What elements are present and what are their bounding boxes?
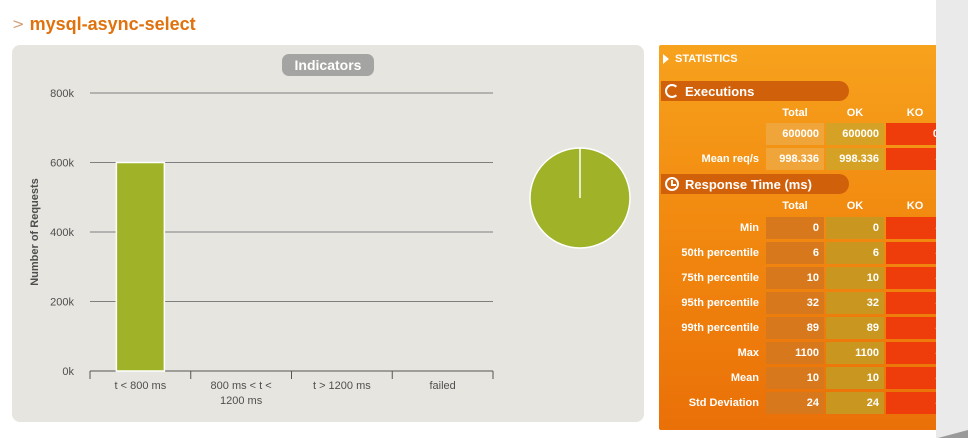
stat-cell-total: 24 <box>766 392 824 414</box>
stat-row-label: Std Deviation <box>688 397 759 409</box>
stat-cell-total: 89 <box>766 317 824 339</box>
statistics-header[interactable]: STATISTICS <box>659 45 959 73</box>
stat-cell-ok: 32 <box>826 292 884 314</box>
page: > mysql-async-select Indicators 0k 200k 40… <box>0 0 968 438</box>
stat-cell-ok: 6 <box>826 242 884 264</box>
indicators-chart: 0k 200k 400k 600k 800k Number of Requests t < … <box>29 88 631 407</box>
y-axis-label: Number of Requests <box>29 178 41 286</box>
stat-row-label: 50th percentile <box>681 247 759 259</box>
page-scrollbar[interactable] <box>936 0 968 438</box>
x-tick-label: t > 1200 ms <box>313 380 371 392</box>
y-tick-label: 200k <box>50 297 74 309</box>
stat-cell-ok: 1100 <box>826 342 884 364</box>
stat-row-label: 95th percentile <box>681 297 759 309</box>
stat-row-label <box>659 123 761 145</box>
x-tick-label: 800 ms < t < <box>211 380 272 392</box>
indicators-panel: Indicators 0k 200k 400k 600k 800k Number of R… <box>12 45 644 422</box>
stat-cell-total: 32 <box>766 292 824 314</box>
stat-cell-total: 10 <box>766 267 824 289</box>
statistics-panel: STATISTICS Executions Total OK KO Respon… <box>659 45 959 430</box>
response-time-section-title: Response Time (ms) <box>661 174 849 194</box>
clock-icon <box>665 177 679 191</box>
executions-col-ok: OK <box>846 107 864 119</box>
stat-cell-total: 0 <box>766 217 824 239</box>
y-tick-label: 600k <box>50 158 74 170</box>
response-col-total: Total <box>782 200 808 212</box>
stat-cell-total: 998.336 <box>766 148 824 170</box>
stat-row-label: Max <box>737 347 759 359</box>
stat-cell-ok: 10 <box>826 367 884 389</box>
y-tick-label: 0k <box>62 366 74 378</box>
expand-triangle-icon <box>663 54 669 64</box>
response-time-title: Response Time (ms) <box>685 176 812 192</box>
simulation-name: mysql-async-select <box>29 13 196 34</box>
executions-title: Executions <box>685 83 755 99</box>
stat-cell-total: 600000 <box>766 123 824 145</box>
stat-cell-ok: 10 <box>826 267 884 289</box>
x-tick-label: 1200 ms <box>220 395 263 407</box>
x-tick-label: t < 800 ms <box>115 380 167 392</box>
statistics-title: STATISTICS <box>675 53 738 65</box>
stat-cell-ok: 600000 <box>826 123 884 145</box>
stat-cell-total: 10 <box>766 367 824 389</box>
stat-cell-ok: 0 <box>826 217 884 239</box>
stat-row-label: Min <box>740 222 759 234</box>
stat-row-label: Mean req/s <box>701 153 759 165</box>
stat-row-label: 75th percentile <box>681 272 759 284</box>
executions-col-total: Total <box>782 107 808 119</box>
bar-0 <box>115 161 166 372</box>
stat-cell-total: 6 <box>766 242 824 264</box>
y-tick-label: 400k <box>50 227 74 239</box>
refresh-icon <box>665 84 679 98</box>
x-tick-label: failed <box>429 380 455 392</box>
y-tick-label: 800k <box>50 88 74 100</box>
stat-cell-total: 1100 <box>766 342 824 364</box>
executions-section-title: Executions <box>661 81 849 101</box>
scrollbar-thumb[interactable] <box>938 430 968 438</box>
chevron-right-icon: > <box>12 15 25 33</box>
stat-row-label: 99th percentile <box>681 322 759 334</box>
stat-cell-ok: 998.336 <box>826 148 884 170</box>
response-col-ok: OK <box>846 200 864 212</box>
stat-cell-ok: 89 <box>826 317 884 339</box>
stat-cell-ok: 24 <box>826 392 884 414</box>
page-title: > mysql-async-select <box>12 12 196 36</box>
stat-row-label: Mean <box>730 372 759 384</box>
